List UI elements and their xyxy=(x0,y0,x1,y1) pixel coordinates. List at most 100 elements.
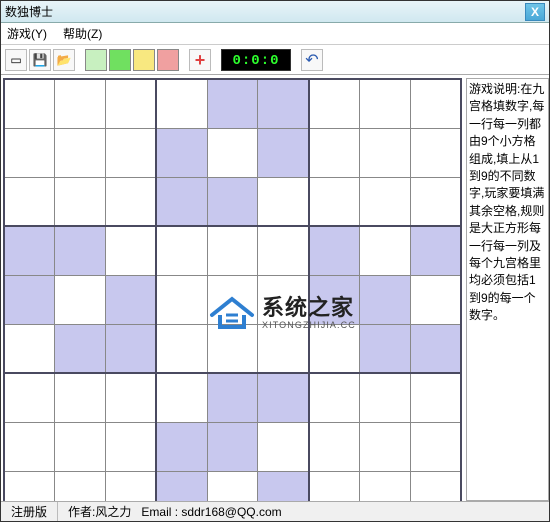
sudoku-cell[interactable] xyxy=(309,79,360,128)
sudoku-cell[interactable] xyxy=(359,177,410,226)
sudoku-cell[interactable] xyxy=(106,226,157,275)
sudoku-cell[interactable] xyxy=(258,226,309,275)
sudoku-cell[interactable] xyxy=(106,275,157,324)
instructions-text: 游戏说明:在九宫格填数字,每一行每一列都由9个小方格组成,填上从1到9的不同数字… xyxy=(469,82,544,322)
sudoku-cell[interactable] xyxy=(55,471,106,501)
sudoku-cell[interactable] xyxy=(156,471,207,501)
sudoku-cell[interactable] xyxy=(410,226,461,275)
sudoku-cell[interactable] xyxy=(156,128,207,177)
sudoku-cell[interactable] xyxy=(359,275,410,324)
save-button[interactable]: 💾 xyxy=(29,49,51,71)
sudoku-cell[interactable] xyxy=(359,226,410,275)
sudoku-cell[interactable] xyxy=(106,471,157,501)
statusbar: 注册版 作者: 风之力 Email : sddr168@QQ.com xyxy=(1,501,549,521)
sudoku-cell[interactable] xyxy=(309,275,360,324)
sudoku-cell[interactable] xyxy=(55,275,106,324)
sudoku-cell[interactable] xyxy=(207,471,258,501)
sudoku-cell[interactable] xyxy=(309,373,360,422)
sudoku-cell[interactable] xyxy=(207,373,258,422)
sudoku-cell[interactable] xyxy=(156,275,207,324)
sudoku-cell[interactable] xyxy=(207,226,258,275)
sudoku-cell[interactable] xyxy=(258,324,309,373)
sudoku-cell[interactable] xyxy=(207,79,258,128)
sudoku-area: 系统之家 XITONGZHIJIA.CC xyxy=(3,78,464,501)
sudoku-cell[interactable] xyxy=(410,177,461,226)
sudoku-cell[interactable] xyxy=(309,226,360,275)
sudoku-cell[interactable] xyxy=(410,324,461,373)
sudoku-cell[interactable] xyxy=(309,422,360,471)
sudoku-cell[interactable] xyxy=(258,275,309,324)
sudoku-cell[interactable] xyxy=(359,373,410,422)
close-button[interactable]: X xyxy=(525,3,545,21)
menu-help[interactable]: 帮助(Z) xyxy=(63,25,102,42)
sudoku-cell[interactable] xyxy=(207,324,258,373)
sudoku-cell[interactable] xyxy=(410,422,461,471)
sudoku-cell[interactable] xyxy=(55,177,106,226)
sudoku-cell[interactable] xyxy=(4,79,55,128)
timer-display: 0:0:0 xyxy=(221,49,291,71)
sudoku-cell[interactable] xyxy=(156,422,207,471)
sudoku-cell[interactable] xyxy=(410,128,461,177)
sudoku-cell[interactable] xyxy=(106,422,157,471)
sudoku-cell[interactable] xyxy=(4,324,55,373)
sudoku-cell[interactable] xyxy=(410,471,461,501)
sudoku-cell[interactable] xyxy=(207,422,258,471)
sudoku-cell[interactable] xyxy=(359,422,410,471)
color-green[interactable] xyxy=(109,49,131,71)
sudoku-cell[interactable] xyxy=(309,177,360,226)
sudoku-cell[interactable] xyxy=(106,79,157,128)
sudoku-cell[interactable] xyxy=(156,226,207,275)
sudoku-cell[interactable] xyxy=(309,324,360,373)
sudoku-cell[interactable] xyxy=(106,177,157,226)
sudoku-cell[interactable] xyxy=(309,128,360,177)
sudoku-cell[interactable] xyxy=(156,79,207,128)
sudoku-cell[interactable] xyxy=(207,128,258,177)
sudoku-cell[interactable] xyxy=(410,79,461,128)
sudoku-cell[interactable] xyxy=(359,79,410,128)
sudoku-cell[interactable] xyxy=(4,373,55,422)
sudoku-cell[interactable] xyxy=(258,128,309,177)
sudoku-cell[interactable] xyxy=(410,275,461,324)
sudoku-cell[interactable] xyxy=(55,79,106,128)
sudoku-cell[interactable] xyxy=(258,471,309,501)
toolbar: ▭ 💾 📂 + 0:0:0 ↶ xyxy=(1,45,549,75)
undo-button[interactable]: ↶ xyxy=(301,49,323,71)
sudoku-cell[interactable] xyxy=(55,226,106,275)
sudoku-cell[interactable] xyxy=(207,275,258,324)
color-yellow[interactable] xyxy=(133,49,155,71)
sudoku-cell[interactable] xyxy=(4,471,55,501)
sudoku-cell[interactable] xyxy=(410,373,461,422)
sudoku-cell[interactable] xyxy=(258,79,309,128)
color-red[interactable] xyxy=(157,49,179,71)
add-button[interactable]: + xyxy=(189,49,211,71)
plus-icon: + xyxy=(195,51,206,69)
sudoku-grid[interactable] xyxy=(3,78,462,501)
new-button[interactable]: ▭ xyxy=(5,49,27,71)
sudoku-cell[interactable] xyxy=(258,177,309,226)
sudoku-cell[interactable] xyxy=(207,177,258,226)
sudoku-cell[interactable] xyxy=(359,324,410,373)
sudoku-cell[interactable] xyxy=(4,128,55,177)
open-button[interactable]: 📂 xyxy=(53,49,75,71)
color-light-green[interactable] xyxy=(85,49,107,71)
sudoku-cell[interactable] xyxy=(55,422,106,471)
menu-game[interactable]: 游戏(Y) xyxy=(7,25,47,42)
sudoku-cell[interactable] xyxy=(359,128,410,177)
sudoku-cell[interactable] xyxy=(156,373,207,422)
sudoku-cell[interactable] xyxy=(359,471,410,501)
sudoku-cell[interactable] xyxy=(55,373,106,422)
sudoku-cell[interactable] xyxy=(4,177,55,226)
sudoku-cell[interactable] xyxy=(106,324,157,373)
sudoku-cell[interactable] xyxy=(55,128,106,177)
sudoku-cell[interactable] xyxy=(156,177,207,226)
sudoku-cell[interactable] xyxy=(55,324,106,373)
sudoku-cell[interactable] xyxy=(4,226,55,275)
sudoku-cell[interactable] xyxy=(309,471,360,501)
sudoku-cell[interactable] xyxy=(4,422,55,471)
sudoku-cell[interactable] xyxy=(258,422,309,471)
sudoku-cell[interactable] xyxy=(258,373,309,422)
sudoku-cell[interactable] xyxy=(106,128,157,177)
sudoku-cell[interactable] xyxy=(4,275,55,324)
sudoku-cell[interactable] xyxy=(156,324,207,373)
sudoku-cell[interactable] xyxy=(106,373,157,422)
